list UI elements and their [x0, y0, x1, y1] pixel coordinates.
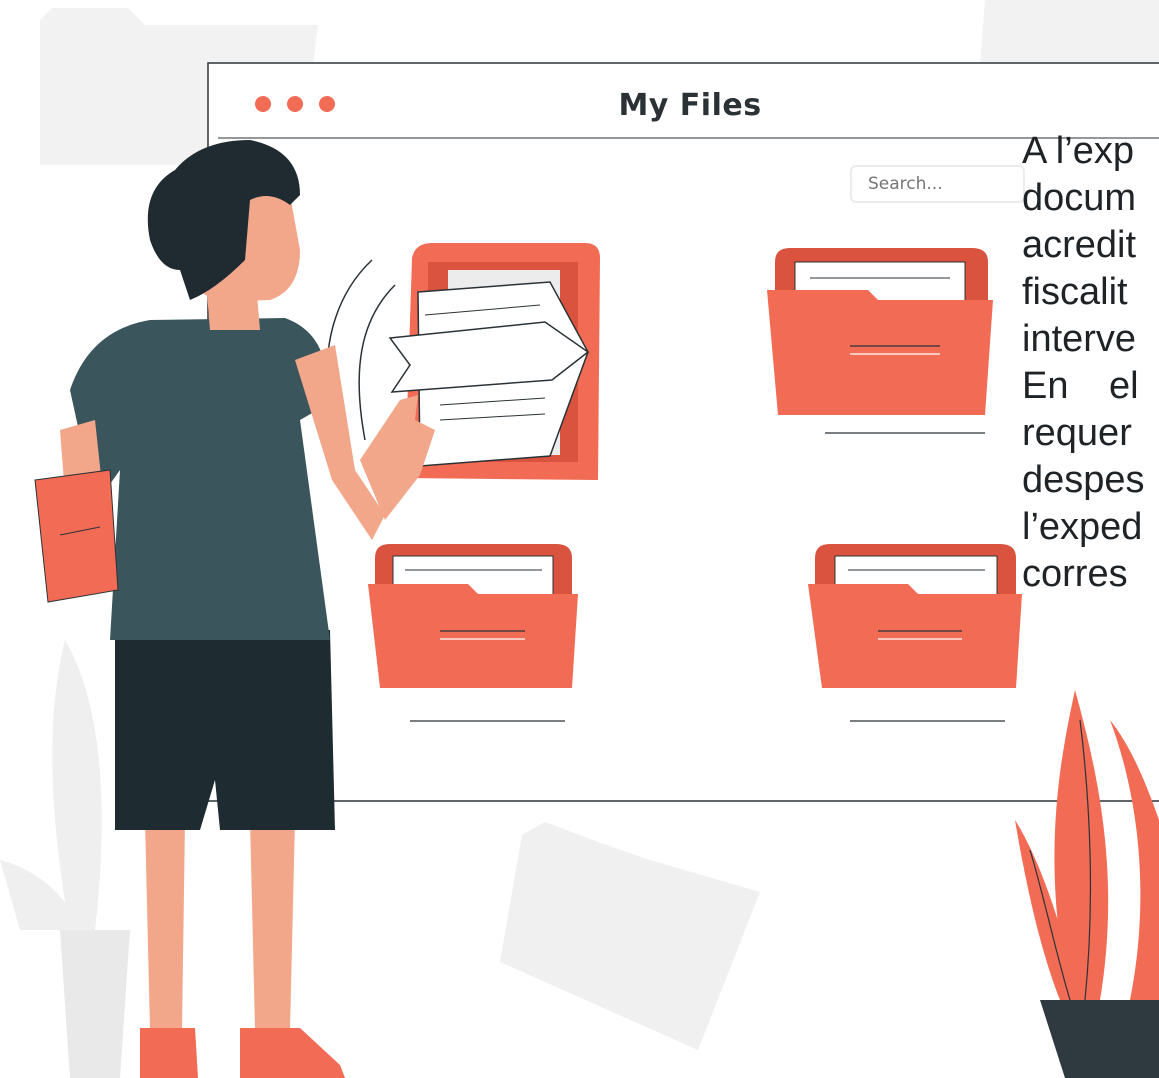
- text-line: requer: [1022, 412, 1132, 454]
- folder-icon[interactable]: [767, 248, 993, 434]
- shoe: [140, 1028, 198, 1078]
- search-input[interactable]: [850, 165, 1025, 203]
- background-plant-left: [0, 640, 130, 1078]
- background-folder-bottom: [500, 822, 760, 1050]
- text-line: despes: [1022, 459, 1145, 501]
- text-line: l’exped: [1022, 506, 1143, 548]
- window-dot-icon: [319, 96, 335, 112]
- body-text-block: A l’exp docum acredit fiscalit interve E…: [1022, 128, 1159, 598]
- text-line: docum: [1022, 177, 1137, 219]
- illustration-scene: [0, 0, 1159, 1078]
- text-line: En el: [1022, 365, 1139, 407]
- shorts: [115, 630, 335, 830]
- background-folder-topright: [980, 0, 1159, 65]
- leg: [145, 820, 185, 1030]
- window-dot-icon: [287, 96, 303, 112]
- text-line: acredit: [1022, 224, 1137, 266]
- leg: [250, 820, 295, 1030]
- window-dot-icon: [255, 96, 271, 112]
- held-folder-icon: [34, 469, 119, 603]
- text-line: A l’exp: [1022, 130, 1134, 172]
- window-title: My Files: [618, 88, 762, 123]
- text-line: corres: [1022, 553, 1128, 595]
- text-line: fiscalit: [1022, 271, 1128, 313]
- text-line: interve: [1022, 318, 1137, 360]
- shoe: [240, 1028, 345, 1078]
